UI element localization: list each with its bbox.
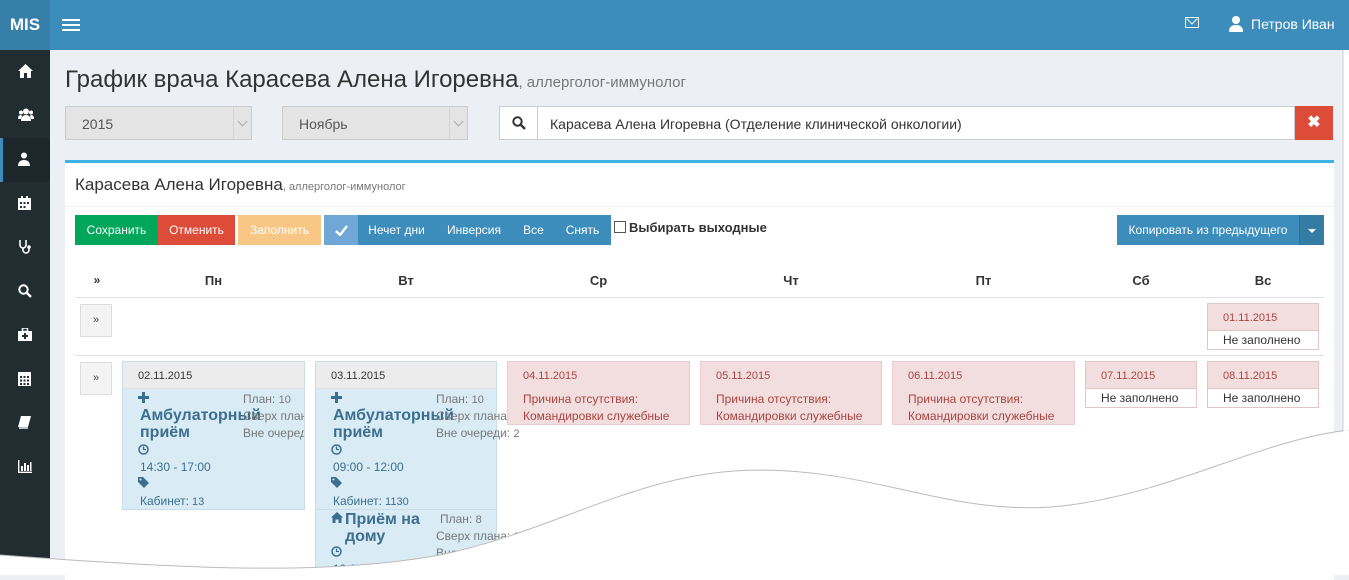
torn-edge-overlay: [0, 50, 1349, 575]
